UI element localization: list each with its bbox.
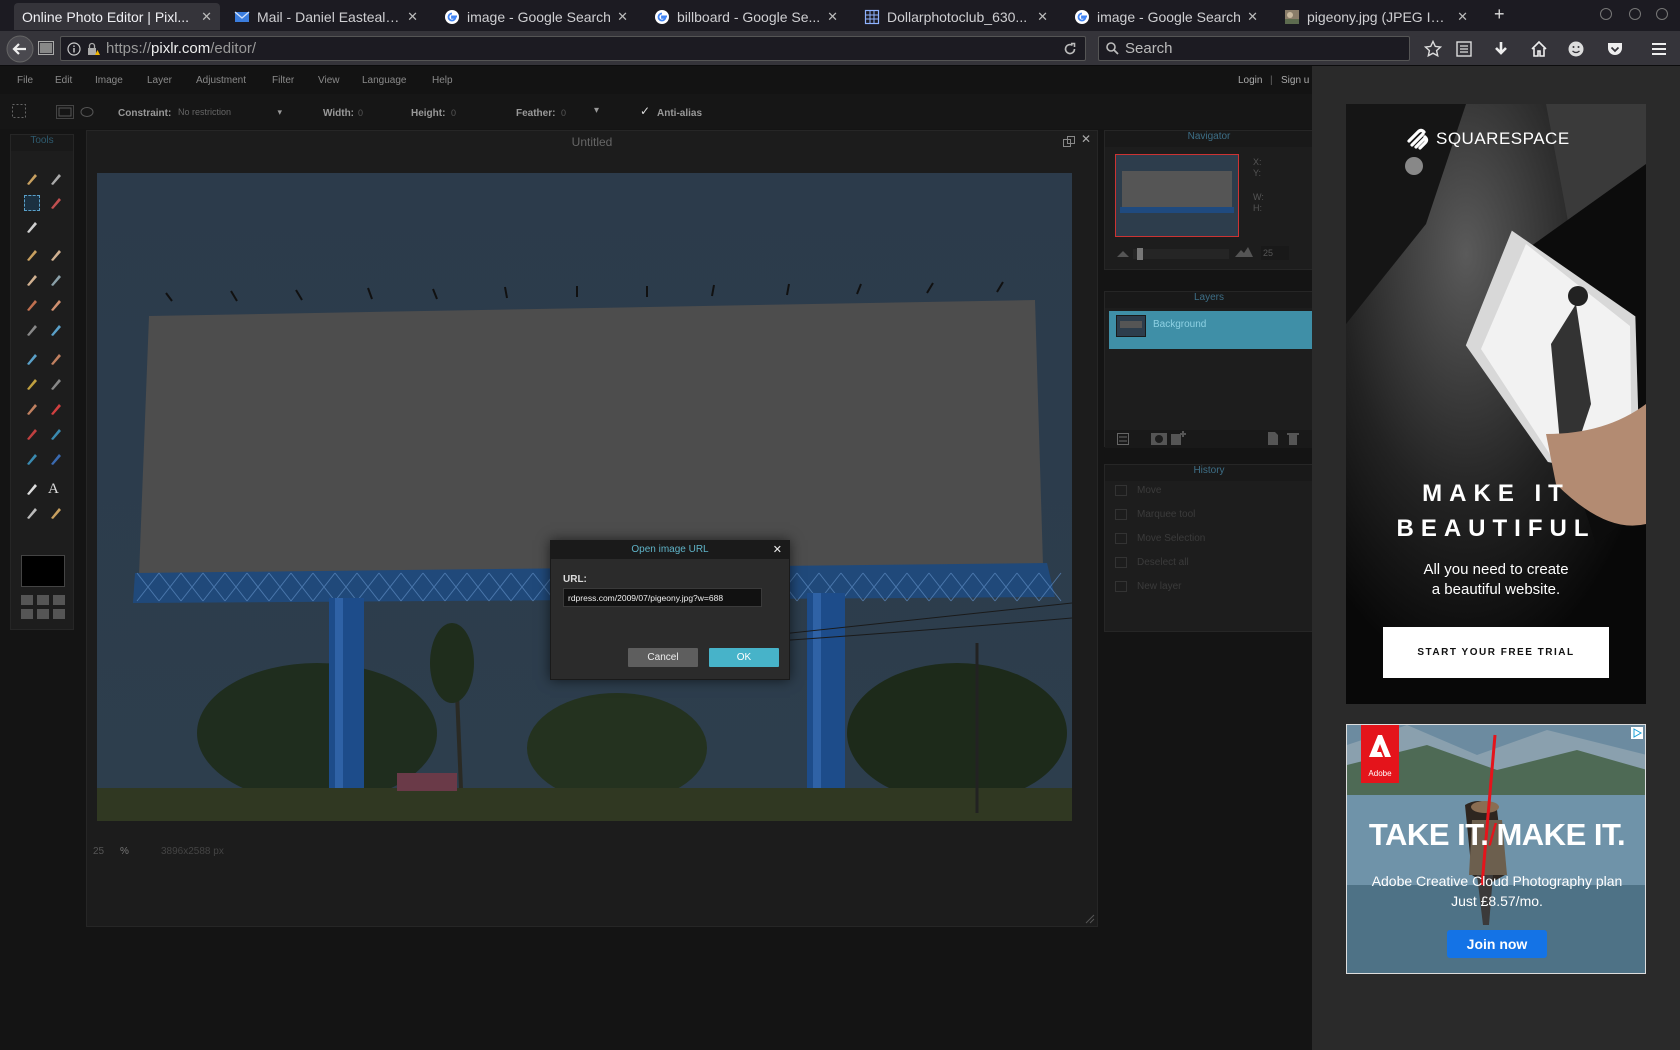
tagline-line-1: All you need to create [1423, 561, 1569, 578]
headline-line-1: MAKE IT [1422, 480, 1570, 507]
info-icon[interactable] [67, 41, 81, 56]
url-input[interactable] [563, 588, 762, 607]
tab-title: pigeony.jpg (JPEG Ima... [1307, 8, 1452, 25]
tagline-line-2: a beautiful website. [1431, 581, 1561, 598]
image-thumb-icon [1285, 9, 1299, 24]
google-icon [445, 9, 459, 24]
headline-line-2: BEAUTIFUL [1396, 515, 1596, 542]
adobe-headline: TAKE IT./MAKE IT. [1347, 817, 1645, 853]
new-tab-button[interactable]: + [1494, 4, 1505, 25]
tab-close-icon[interactable]: ✕ [1037, 9, 1048, 25]
search-icon [1106, 42, 1119, 55]
adobe-logo: Adobe [1361, 725, 1399, 783]
leather-jacket-photo [1346, 104, 1646, 704]
tab-close-icon[interactable]: ✕ [617, 9, 628, 25]
modal-overlay: Open image URL ✕ URL: Cancel OK [0, 66, 1312, 1050]
search-placeholder: Search [1125, 40, 1173, 57]
tab-title: image - Google Search [1097, 8, 1241, 25]
tab-pigeony[interactable]: pigeony.jpg (JPEG Ima... ✕ [1276, 3, 1476, 30]
google-icon [655, 9, 669, 24]
back-button[interactable] [6, 35, 34, 63]
emoji-icon[interactable] [1567, 40, 1585, 58]
adobe-logo-icon [1369, 735, 1391, 757]
browser-nav-bar: https://pixlr.com/editor/ Search [0, 31, 1680, 66]
tab-title: Mail - Daniel Easteal -... [257, 8, 402, 25]
ok-button[interactable]: OK [709, 648, 779, 667]
image-file-icon [864, 9, 880, 24]
url-label: URL: [563, 574, 587, 585]
browser-tab-bar: Online Photo Editor | Pixl... ✕ Mail - D… [0, 0, 1680, 31]
ad-column: SQUARESPACE MAKE IT BEAUTIFUL All you ne… [1312, 66, 1680, 1050]
pocket-icon[interactable] [1606, 40, 1624, 58]
headline-part-1: TAKE IT. [1368, 817, 1489, 852]
adobe-price-line: Just £8.57/mo. [1451, 893, 1543, 909]
open-image-url-dialog: Open image URL ✕ URL: Cancel OK [550, 540, 790, 680]
tab-close-icon[interactable]: ✕ [201, 9, 212, 25]
tab-close-icon[interactable]: ✕ [1457, 9, 1468, 25]
squarespace-logo: SQUARESPACE [1404, 126, 1570, 152]
adobe-ad[interactable]: Adobe TAKE IT./MAKE IT. Adobe Creative C… [1346, 724, 1646, 974]
bookmark-star-icon[interactable] [1424, 40, 1442, 58]
adchoices-icon[interactable] [1631, 727, 1643, 739]
squarespace-brand-text: SQUARESPACE [1436, 129, 1570, 148]
squarespace-tagline: All you need to create a beautiful websi… [1346, 560, 1646, 600]
home-icon[interactable] [1530, 40, 1548, 58]
url-path: /editor/ [210, 40, 257, 57]
tab-dollarphotoclub[interactable]: Dollarphotoclub_630... ✕ [856, 3, 1056, 30]
maximize-window-button[interactable] [1629, 8, 1641, 20]
tab-title: image - Google Search [467, 8, 611, 25]
tab-google-billboard[interactable]: billboard - Google Se... ✕ [646, 3, 846, 30]
url-bar[interactable]: https://pixlr.com/editor/ [60, 36, 1086, 61]
tab-close-icon[interactable]: ✕ [827, 9, 838, 25]
google-icon [1075, 9, 1089, 24]
minimize-window-button[interactable] [1600, 8, 1612, 20]
cancel-button[interactable]: Cancel [628, 648, 698, 667]
squarespace-ad[interactable]: SQUARESPACE MAKE IT BEAUTIFUL All you ne… [1346, 104, 1646, 704]
join-now-button[interactable]: Join now [1447, 930, 1547, 958]
tab-google-image-2[interactable]: image - Google Search ✕ [1066, 3, 1266, 30]
library-icon[interactable] [38, 41, 54, 55]
reload-icon[interactable] [1063, 42, 1077, 56]
tab-title: billboard - Google Se... [677, 8, 821, 25]
dialog-close-icon[interactable]: ✕ [773, 543, 782, 556]
warning-lock-icon[interactable] [86, 42, 100, 56]
menu-icon[interactable] [1650, 40, 1668, 58]
url-domain: pixlr.com [151, 40, 211, 57]
tab-title: Online Photo Editor | Pixl... [22, 8, 190, 25]
reading-list-icon[interactable] [1455, 40, 1473, 58]
squarespace-logo-icon [1407, 128, 1429, 150]
tab-close-icon[interactable]: ✕ [407, 9, 418, 25]
tab-google-image[interactable]: image - Google Search ✕ [436, 3, 636, 30]
download-icon[interactable] [1492, 40, 1510, 58]
close-window-button[interactable] [1656, 8, 1668, 20]
squarespace-headline: MAKE IT BEAUTIFUL [1346, 476, 1646, 546]
tab-pixlr[interactable]: Online Photo Editor | Pixl... ✕ [14, 3, 220, 30]
tab-close-icon[interactable]: ✕ [1247, 9, 1258, 25]
headline-part-2: MAKE IT. [1496, 817, 1626, 852]
mail-icon [234, 10, 250, 22]
tab-title: Dollarphotoclub_630... [887, 8, 1028, 25]
url-prefix: https:// [106, 40, 152, 57]
start-free-trial-button[interactable]: START YOUR FREE TRIAL [1383, 627, 1609, 678]
url-text: https://pixlr.com/editor/ [106, 40, 256, 57]
adobe-plan-line: Adobe Creative Cloud Photography plan [1371, 873, 1623, 889]
tab-mail[interactable]: Mail - Daniel Easteal -... ✕ [226, 3, 426, 30]
adobe-logo-text: Adobe [1368, 769, 1392, 778]
dialog-title: Open image URL [551, 541, 789, 559]
search-bar[interactable]: Search [1098, 36, 1410, 61]
